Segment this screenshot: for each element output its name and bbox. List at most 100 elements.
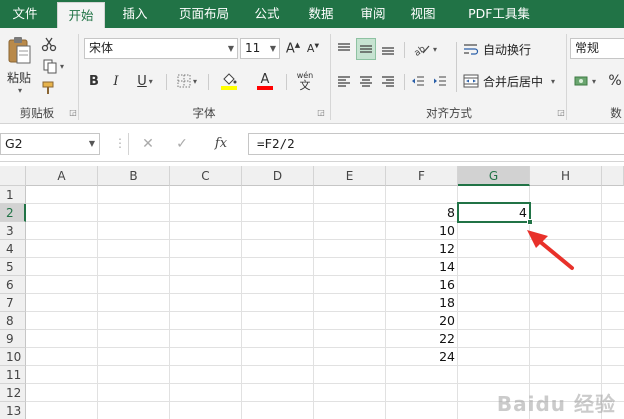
align-middle-icon — [360, 45, 372, 53]
divider — [128, 133, 129, 155]
align-right-button[interactable] — [378, 70, 398, 92]
bold-button[interactable]: B — [84, 70, 104, 92]
arrow-shaft — [536, 238, 574, 270]
align-top-button[interactable] — [334, 38, 354, 60]
tab-pdf-tools[interactable]: PDF工具集 — [454, 0, 544, 28]
chevron-down-icon: ▼ — [269, 44, 276, 53]
formula-input[interactable]: =F2/2 — [248, 133, 624, 155]
confirm-entry-button[interactable]: ✓ — [168, 133, 196, 155]
phonetic-char: 文 — [299, 78, 311, 92]
increase-font-icon: A▲ — [285, 40, 301, 57]
borders-icon — [177, 74, 191, 88]
wrap-text-icon — [464, 44, 479, 55]
group-divider — [566, 34, 567, 120]
align-left-icon — [338, 76, 350, 87]
italic-label: I — [113, 73, 119, 89]
merge-dropdown-icon: ▾ — [551, 76, 556, 86]
watermark: Baidu 经验 — [496, 392, 616, 416]
divider — [286, 74, 287, 90]
decrease-font-icon: A▼ — [306, 42, 320, 55]
accounting-format-button[interactable]: ▾ — [570, 70, 600, 92]
insert-function-button[interactable]: fx — [206, 133, 236, 155]
chevron-down-icon: ▼ — [88, 139, 95, 148]
tab-file[interactable]: 文件 — [0, 0, 50, 28]
percent-style-button[interactable]: % — [606, 70, 624, 92]
font-name-value: 宋体 — [89, 41, 114, 55]
align-left-button[interactable] — [334, 70, 354, 92]
divider — [456, 42, 457, 92]
align-center-button[interactable] — [356, 70, 376, 92]
decrease-indent-button[interactable] — [408, 70, 428, 92]
align-bottom-button[interactable] — [378, 38, 398, 60]
italic-button[interactable]: I — [106, 70, 126, 92]
worksheet-grid[interactable]: A B C D E F G H 1 2 3 4 5 6 7 8 9 10 11 … — [0, 166, 624, 419]
underline-dropdown-icon: ▾ — [148, 76, 153, 86]
align-top-icon — [338, 43, 350, 51]
align-middle-button[interactable] — [356, 38, 376, 60]
increase-indent-button[interactable] — [430, 70, 450, 92]
tab-formulas[interactable]: 公式 — [244, 0, 290, 28]
phonetic-guide-button[interactable]: wén 文 — [290, 68, 320, 94]
divider — [208, 74, 209, 90]
align-center-icon — [360, 76, 372, 87]
check-icon: ✓ — [176, 136, 188, 152]
format-painter-button[interactable] — [38, 78, 60, 98]
tab-page-layout[interactable]: 页面布局 — [166, 0, 242, 28]
tab-home[interactable]: 开始 — [57, 2, 105, 28]
number-group-label: 数 — [610, 106, 622, 120]
alignment-group-label: 对齐方式 — [426, 106, 472, 120]
merge-cells-icon — [463, 74, 479, 88]
wrap-text-label: 自动换行 — [483, 42, 532, 57]
borders-button[interactable]: ▾ — [170, 70, 204, 92]
tab-view[interactable]: 视图 — [400, 0, 446, 28]
bold-label: B — [89, 73, 99, 89]
font-color-icon: A — [260, 71, 270, 87]
cancel-entry-button[interactable]: ✕ — [134, 133, 162, 155]
formula-bar: G2 ▼ ⋮ ✕ ✓ fx =F2/2 — [0, 124, 624, 162]
number-format-combo[interactable]: 常规 — [570, 38, 624, 59]
font-group-label: 字体 — [192, 106, 216, 120]
currency-icon — [574, 76, 588, 86]
align-right-icon — [382, 76, 394, 87]
wrap-text-button[interactable]: 自动换行 — [460, 38, 536, 60]
group-divider — [330, 34, 331, 120]
font-size-combo[interactable]: 11 ▼ — [240, 38, 280, 59]
font-launcher-icon[interactable]: ◲ — [316, 108, 326, 118]
group-divider — [78, 34, 79, 120]
copy-icon — [43, 59, 57, 74]
merge-center-button[interactable]: 合并后居中 ▾ — [460, 70, 564, 92]
divider — [404, 74, 405, 90]
fill-color-swatch — [221, 85, 237, 90]
cut-button[interactable] — [38, 34, 60, 54]
scissors-icon — [41, 37, 57, 52]
orientation-dropdown-icon: ▾ — [432, 44, 437, 54]
clipboard-launcher-icon[interactable]: ◲ — [68, 108, 78, 118]
font-size-value: 11 — [245, 41, 261, 55]
alignment-launcher-icon[interactable]: ◲ — [556, 108, 566, 118]
fill-color-button[interactable] — [212, 70, 246, 92]
name-box-value: G2 — [5, 136, 23, 151]
tab-insert[interactable]: 插入 — [112, 0, 158, 28]
clipboard-group-label: 剪贴板 — [19, 106, 55, 120]
font-color-swatch — [257, 85, 273, 90]
borders-dropdown-icon: ▾ — [192, 76, 197, 86]
formula-value: =F2/2 — [257, 136, 295, 151]
paint-bucket-icon — [223, 72, 237, 85]
orientation-button[interactable]: ab ▾ — [408, 38, 442, 60]
copy-button[interactable]: ▾ — [38, 56, 68, 76]
tab-data[interactable]: 数据 — [298, 0, 344, 28]
increase-font-size-button[interactable]: A▲ — [284, 38, 302, 59]
name-box[interactable]: G2 ▼ — [0, 133, 100, 155]
underline-button[interactable]: U ▾ — [128, 70, 162, 92]
chevron-down-icon: ▼ — [227, 44, 234, 53]
tab-review[interactable]: 审阅 — [350, 0, 396, 28]
function-icon: fx — [214, 136, 228, 151]
paste-dropdown-icon: ▾ — [17, 85, 22, 95]
font-color-button[interactable]: A — [248, 70, 282, 92]
decrease-font-size-button[interactable]: A▼ — [304, 38, 322, 59]
ribbon: 粘贴 ▾ ▾ 剪贴板 ◲ 宋体 ▼ 11 ▼ A▲ A▼ B I U ▾ ▾ A… — [0, 28, 624, 124]
font-name-combo[interactable]: 宋体 ▼ — [84, 38, 238, 59]
outdent-icon — [412, 76, 424, 86]
ribbon-tab-bar: 文件 开始 插入 页面布局 公式 数据 审阅 视图 PDF工具集 — [0, 0, 624, 28]
paste-button[interactable]: 粘贴 ▾ — [4, 34, 34, 96]
